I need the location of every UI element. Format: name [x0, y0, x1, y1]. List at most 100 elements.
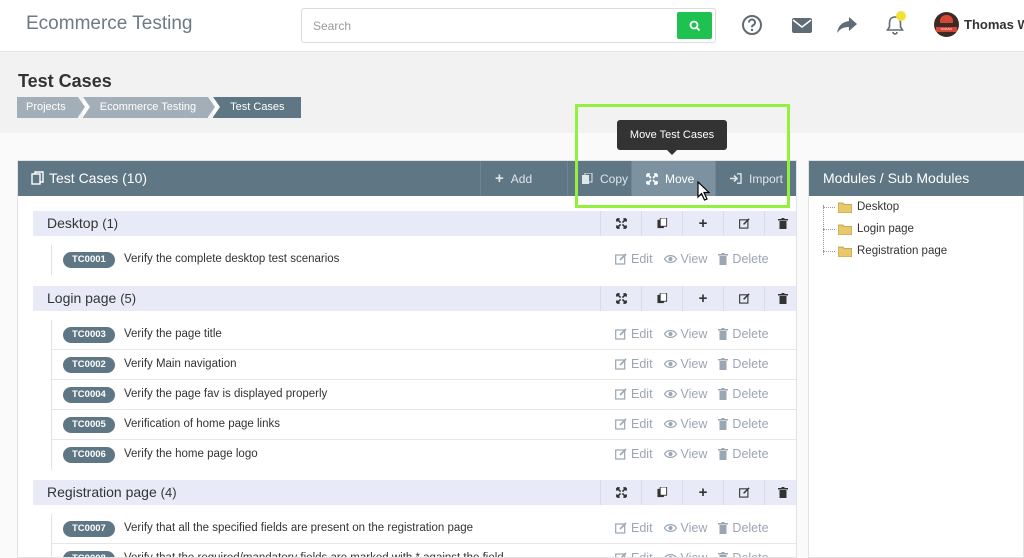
copy-icon — [656, 487, 667, 498]
delete-link[interactable]: Delete — [718, 327, 769, 341]
app-title[interactable]: Ecommerce Testing — [26, 13, 193, 35]
delete-label: Delete — [732, 252, 769, 266]
edit-link[interactable]: Edit — [615, 551, 653, 557]
avatar[interactable]: DOKAN — [934, 12, 959, 37]
group-delete-button[interactable] — [764, 286, 796, 311]
add-button[interactable]: + Add — [480, 161, 567, 196]
search-box — [301, 8, 716, 43]
delete-link[interactable]: Delete — [718, 447, 769, 461]
view-link[interactable]: View — [663, 357, 707, 371]
delete-label: Delete — [732, 417, 769, 431]
cursor-icon — [697, 181, 711, 201]
search-input[interactable] — [302, 9, 677, 42]
module-item-registration-page[interactable]: Registration page — [823, 242, 947, 260]
edit-link[interactable]: Edit — [615, 521, 653, 535]
group-add-button[interactable]: + — [682, 480, 723, 505]
edit-label: Edit — [631, 521, 653, 535]
mail-icon[interactable] — [790, 13, 814, 37]
delete-link[interactable]: Delete — [718, 252, 769, 266]
test-case-id[interactable]: TC0004 — [63, 387, 115, 403]
edit-icon — [615, 552, 627, 557]
test-case-title[interactable]: Verification of home page links — [124, 418, 280, 430]
edit-link[interactable]: Edit — [615, 417, 653, 431]
group-count: (1) — [102, 216, 119, 231]
group-count: (5) — [120, 291, 137, 306]
group-move-button[interactable] — [600, 480, 641, 505]
copy-icon — [31, 171, 44, 185]
edit-icon — [615, 448, 627, 460]
delete-link[interactable]: Delete — [718, 417, 769, 431]
module-item-desktop[interactable]: Desktop — [823, 198, 899, 216]
edit-link[interactable]: Edit — [615, 327, 653, 341]
edit-link[interactable]: Edit — [615, 387, 653, 401]
test-case-title[interactable]: Verify that the required/mandatory field… — [124, 552, 504, 557]
group-move-button[interactable] — [600, 211, 641, 236]
view-link[interactable]: View — [663, 521, 707, 535]
row-actions: Edit View Delete — [615, 521, 769, 535]
test-case-id[interactable]: TC0001 — [63, 252, 115, 268]
test-case-id[interactable]: TC0007 — [63, 521, 115, 537]
view-link[interactable]: View — [663, 387, 708, 401]
view-link[interactable]: View — [663, 417, 707, 431]
group-move-button[interactable] — [600, 286, 641, 311]
group-add-button[interactable]: + — [682, 211, 723, 236]
share-icon[interactable] — [835, 13, 859, 37]
delete-link[interactable]: Delete — [718, 387, 769, 401]
group-header[interactable]: Login page (5) + — [33, 286, 796, 311]
edit-label: Edit — [631, 327, 653, 341]
test-case-title[interactable]: Verify the page fav is displayed properl… — [124, 388, 327, 400]
breadcrumb-projects[interactable]: Projects — [17, 97, 85, 118]
group-delete-button[interactable] — [764, 211, 796, 236]
delete-link[interactable]: Delete — [718, 551, 769, 557]
test-case-id[interactable]: TC0006 — [63, 447, 115, 463]
test-case-title[interactable]: Verify that all the specified fields are… — [124, 522, 473, 534]
view-link[interactable]: View — [663, 327, 708, 341]
edit-link[interactable]: Edit — [615, 357, 653, 371]
test-case-title[interactable]: Verify the home page logo — [124, 448, 258, 460]
edit-icon — [738, 293, 750, 304]
row-actions: Edit View Delete — [615, 447, 769, 461]
edit-label: Edit — [631, 252, 653, 266]
test-case-title[interactable]: Verify the complete desktop test scenari… — [124, 253, 339, 265]
group-header[interactable]: Registration page (4) + — [33, 480, 796, 505]
breadcrumb-ecommerce-testing[interactable]: Ecommerce Testing — [82, 97, 216, 118]
row-actions: Edit View Delete — [615, 357, 769, 371]
breadcrumb-test-cases: Test Cases — [213, 97, 301, 118]
group-buttons: + — [600, 211, 796, 236]
edit-link[interactable]: Edit — [615, 252, 653, 266]
search-button[interactable] — [677, 12, 712, 39]
test-case-title[interactable]: Verify Main navigation — [124, 358, 237, 370]
test-case-id[interactable]: TC0002 — [63, 357, 115, 373]
group-copy-button[interactable] — [641, 211, 682, 236]
plus-icon: + — [698, 290, 708, 307]
view-label: View — [680, 327, 708, 341]
group-edit-button[interactable] — [723, 480, 764, 505]
module-item-login-page[interactable]: Login page — [823, 220, 914, 238]
copy-icon — [656, 218, 667, 229]
group-header[interactable]: Desktop (1) + — [33, 211, 796, 236]
group-delete-button[interactable] — [764, 480, 796, 505]
group-edit-button[interactable] — [723, 211, 764, 236]
group-copy-button[interactable] — [641, 286, 682, 311]
trash-icon — [718, 418, 729, 430]
user-name[interactable]: Thomas W — [964, 17, 1024, 32]
view-link[interactable]: View — [663, 252, 707, 266]
search-icon — [689, 20, 700, 31]
group-name: Login page (5) — [47, 290, 136, 306]
view-link[interactable]: View — [664, 551, 707, 557]
delete-link[interactable]: Delete — [718, 521, 769, 535]
delete-link[interactable]: Delete — [718, 357, 769, 371]
test-case-id[interactable]: TC0005 — [63, 417, 115, 433]
test-case-id[interactable]: TC0008 — [63, 551, 115, 557]
view-label: View — [680, 387, 708, 401]
group-add-button[interactable]: + — [682, 286, 723, 311]
test-case-id[interactable]: TC0003 — [63, 327, 115, 343]
view-link[interactable]: View — [663, 447, 707, 461]
group-copy-button[interactable] — [641, 480, 682, 505]
bell-icon[interactable] — [883, 11, 907, 37]
help-icon[interactable] — [740, 13, 764, 37]
edit-link[interactable]: Edit — [615, 447, 653, 461]
delete-label: Delete — [732, 387, 769, 401]
test-case-title[interactable]: Verify the page title — [124, 328, 222, 340]
group-edit-button[interactable] — [723, 286, 764, 311]
